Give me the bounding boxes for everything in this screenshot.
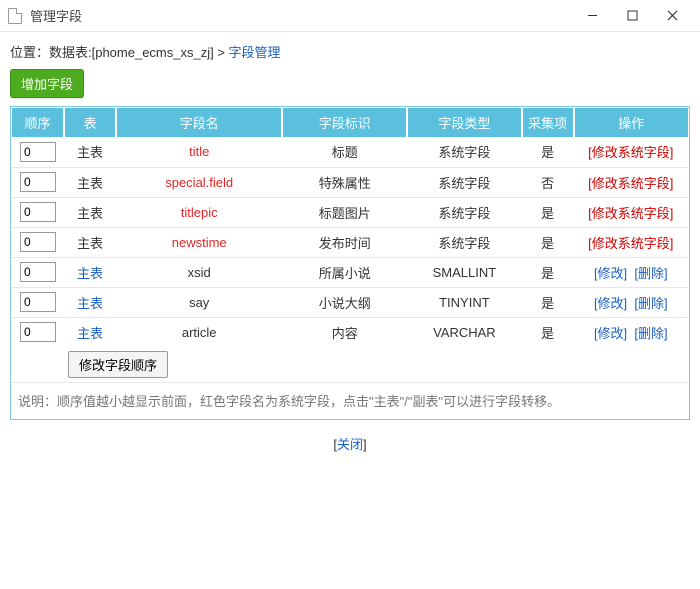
note-row: 说明：顺序值越小越显示前面，红色字段名为系统字段，点击"主表"/"副表"可以进行… <box>12 383 688 419</box>
header-ops: 操作 <box>574 108 688 137</box>
delete-link[interactable]: [删除] <box>634 266 667 281</box>
fields-table: 顺序 表 字段名 字段标识 字段类型 采集项 操作 主表title标题系统字段是… <box>12 108 688 418</box>
table-cell: 主表 <box>77 176 103 191</box>
modify-system-field-link[interactable]: [修改系统字段] <box>588 236 673 251</box>
collect-cell: 是 <box>522 287 574 317</box>
header-field-type: 字段类型 <box>407 108 521 137</box>
minimize-button[interactable] <box>572 2 612 30</box>
field-name-cell: special.field <box>165 175 233 190</box>
table-cell[interactable]: 主表 <box>77 296 103 311</box>
table-row: 主表 titlepic 标题图片系统字段是 [修改系统字段] <box>12 197 688 227</box>
bracket-right: ] <box>363 437 367 452</box>
field-ident-cell: 发布时间 <box>282 227 407 257</box>
seq-input[interactable] <box>20 232 56 252</box>
modify-system-field-link[interactable]: [修改系统字段] <box>588 176 673 191</box>
collect-cell: 是 <box>522 197 574 227</box>
breadcrumb: 位置：数据表:[phome_ecms_xs_zj] > 字段管理 <box>10 42 690 61</box>
delete-link[interactable]: [删除] <box>634 326 667 341</box>
field-type-cell: TINYINT <box>407 287 521 317</box>
field-type-cell: 系统字段 <box>407 227 521 257</box>
fields-table-container: 顺序 表 字段名 字段标识 字段类型 采集项 操作 主表title标题系统字段是… <box>10 106 690 420</box>
close-line: [关闭] <box>10 420 690 467</box>
field-type-cell: 系统字段 <box>407 167 521 197</box>
maximize-button[interactable] <box>612 2 652 30</box>
header-field-name: 字段名 <box>116 108 282 137</box>
modify-system-field-link[interactable]: [修改系统字段] <box>588 206 673 221</box>
table-row: 主表 special.field 特殊属性系统字段否 [修改系统字段] <box>12 167 688 197</box>
table-row: 主表 title 标题系统字段是 [修改系统字段] <box>12 137 688 167</box>
field-ident-cell: 标题 <box>282 137 407 167</box>
submit-order-button[interactable]: 修改字段顺序 <box>68 351 168 378</box>
table-cell[interactable]: 主表 <box>77 326 103 341</box>
collect-cell: 是 <box>522 227 574 257</box>
close-button[interactable] <box>652 2 692 30</box>
field-ident-cell: 内容 <box>282 317 407 347</box>
seq-input[interactable] <box>20 172 56 192</box>
seq-input[interactable] <box>20 202 56 222</box>
field-type-cell: 系统字段 <box>407 197 521 227</box>
breadcrumb-prefix: 位置：数据表:[phome_ecms_xs_zj] > <box>10 45 229 60</box>
seq-input[interactable] <box>20 292 56 312</box>
edit-link[interactable]: [修改] <box>594 266 627 281</box>
breadcrumb-current[interactable]: 字段管理 <box>229 45 281 60</box>
note-text: 说明：顺序值越小越显示前面，红色字段名为系统字段，点击"主表"/"副表"可以进行… <box>12 383 688 419</box>
table-cell[interactable]: 主表 <box>77 266 103 281</box>
delete-link[interactable]: [删除] <box>634 296 667 311</box>
table-cell: 主表 <box>77 206 103 221</box>
window-titlebar: 管理字段 <box>0 0 700 32</box>
header-table: 表 <box>64 108 116 137</box>
field-ident-cell: 小说大纲 <box>282 287 407 317</box>
header-field-ident: 字段标识 <box>282 108 407 137</box>
table-cell: 主表 <box>77 145 103 160</box>
field-name-cell: title <box>189 144 209 159</box>
field-name-cell: article <box>182 325 217 340</box>
field-name-cell: titlepic <box>181 205 218 220</box>
collect-cell: 是 <box>522 257 574 287</box>
field-type-cell: 系统字段 <box>407 137 521 167</box>
field-name-cell: newstime <box>172 235 227 250</box>
header-seq: 顺序 <box>12 108 64 137</box>
edit-link[interactable]: [修改] <box>594 296 627 311</box>
table-row: 主表 article 内容VARCHAR是 [修改] [删除] <box>12 317 688 347</box>
field-name-cell: say <box>189 295 209 310</box>
add-field-button[interactable]: 增加字段 <box>10 69 84 98</box>
table-cell: 主表 <box>77 236 103 251</box>
field-name-cell: xsid <box>188 265 211 280</box>
collect-cell: 是 <box>522 137 574 167</box>
window-title: 管理字段 <box>30 6 572 25</box>
modify-system-field-link[interactable]: [修改系统字段] <box>588 145 673 160</box>
field-ident-cell: 标题图片 <box>282 197 407 227</box>
seq-input[interactable] <box>20 142 56 162</box>
collect-cell: 否 <box>522 167 574 197</box>
collect-cell: 是 <box>522 317 574 347</box>
edit-link[interactable]: [修改] <box>594 326 627 341</box>
table-row: 主表 newstime 发布时间系统字段是 [修改系统字段] <box>12 227 688 257</box>
close-link[interactable]: 关闭 <box>337 437 363 452</box>
header-collect: 采集项 <box>522 108 574 137</box>
field-type-cell: SMALLINT <box>407 257 521 287</box>
field-ident-cell: 特殊属性 <box>282 167 407 197</box>
table-row: 主表 say 小说大纲TINYINT是 [修改] [删除] <box>12 287 688 317</box>
document-icon <box>8 8 22 24</box>
table-row: 主表 xsid 所属小说SMALLINT是 [修改] [删除] <box>12 257 688 287</box>
seq-input[interactable] <box>20 262 56 282</box>
table-header-row: 顺序 表 字段名 字段标识 字段类型 采集项 操作 <box>12 108 688 137</box>
seq-input[interactable] <box>20 322 56 342</box>
field-ident-cell: 所属小说 <box>282 257 407 287</box>
field-type-cell: VARCHAR <box>407 317 521 347</box>
submit-row: 修改字段顺序 <box>12 347 688 383</box>
